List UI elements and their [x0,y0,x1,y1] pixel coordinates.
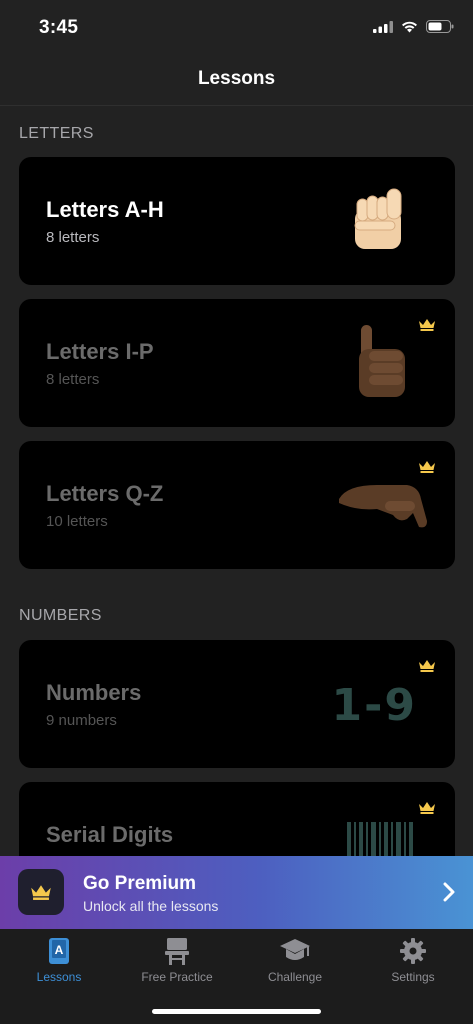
cellular-signal-icon [373,20,393,33]
crown-icon [31,885,51,900]
hand-pinky-icon [359,325,405,397]
chevron-right-icon [443,882,455,902]
lesson-title: Serial Digits [46,822,174,847]
tab-settings[interactable]: Settings [354,929,472,989]
lesson-title: Letters A-H [46,197,164,222]
tab-label: Lessons [36,970,82,984]
hand-fist-icon [354,188,402,249]
tab-label: Challenge [267,970,323,984]
page-title: Lessons [197,68,276,89]
section-header-letters: LETTERS [19,125,94,142]
lesson-subtitle: 8 letters [46,371,100,388]
tab-bar: A Lessons Free Practice Challenge Settin… [0,929,473,1024]
lesson-card-letters-i-p[interactable]: Letters I-P 8 letters [19,299,455,427]
numbers-art-text: 1-9 [331,680,417,731]
lesson-title: Letters Q-Z [46,481,164,506]
battery-icon [426,20,454,33]
easel-icon [165,938,189,965]
crown-icon [419,461,435,473]
book-icon: A [49,938,69,964]
status-icons [373,20,454,33]
status-bar: 3:45 [0,0,473,58]
lesson-card-letters-q-z[interactable]: Letters Q-Z 10 letters [19,441,455,569]
premium-title: Go Premium [83,873,196,894]
svg-text:A: A [55,943,64,957]
crown-icon [419,319,435,331]
crown-icon [419,660,435,672]
lesson-subtitle: 9 numbers [46,712,117,729]
lesson-card-numbers[interactable]: Numbers 9 numbers 1-9 [19,640,455,768]
tab-challenge[interactable]: Challenge [236,929,354,989]
gear-icon [400,938,426,964]
home-indicator[interactable] [152,1009,321,1014]
lesson-card-letters-a-h[interactable]: Letters A-H 8 letters [19,157,455,285]
section-header-numbers: NUMBERS [19,607,102,624]
tab-lessons[interactable]: A Lessons [0,929,118,989]
wifi-icon [402,21,417,32]
go-premium-banner[interactable]: Go Premium Unlock all the lessons [0,856,473,929]
graduation-cap-icon [280,939,310,960]
lesson-title: Letters I-P [46,339,154,364]
hand-sideways-icon [339,485,427,528]
status-time: 3:45 [39,17,79,38]
premium-subtitle: Unlock all the lessons [83,898,219,914]
premium-icon-box [18,869,64,915]
lesson-title: Numbers [46,680,142,705]
lesson-subtitle: 10 letters [46,513,108,530]
tab-free-practice[interactable]: Free Practice [118,929,236,989]
tab-label: Settings [391,970,435,984]
navigation-bar: Lessons [0,58,473,106]
crown-icon [419,802,435,814]
lesson-subtitle: 8 letters [46,229,100,246]
tab-label: Free Practice [141,970,213,984]
